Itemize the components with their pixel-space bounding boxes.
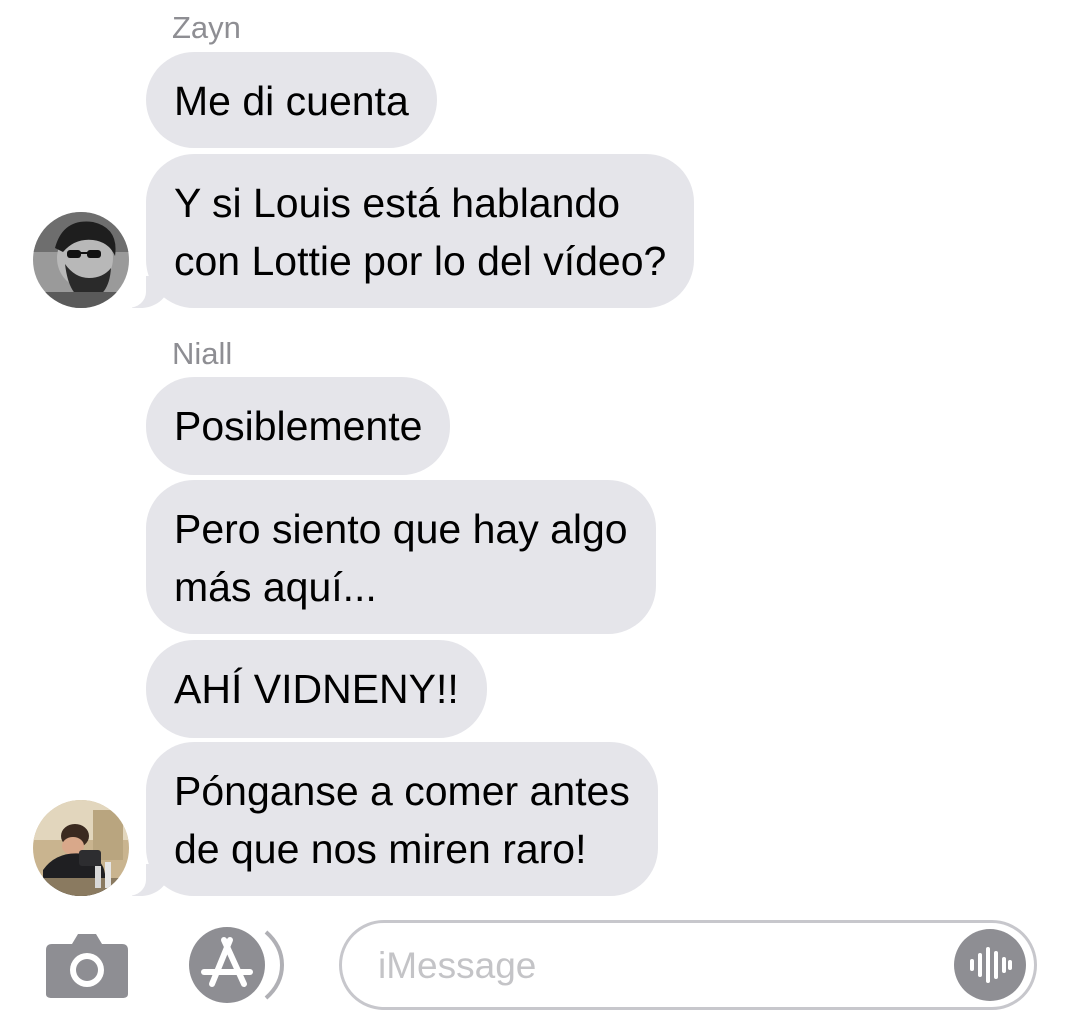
message-bubble[interactable]: AHÍ VIDNENY!! bbox=[146, 640, 487, 738]
message-bubble[interactable]: Me di cuenta bbox=[146, 52, 437, 148]
sender-name-niall: Niall bbox=[172, 336, 233, 371]
messages-screen: Zayn Me di cuenta Y si Louis está hablan… bbox=[0, 0, 1080, 1026]
message-bubble[interactable]: Posiblemente bbox=[146, 377, 451, 475]
avatar-zayn[interactable] bbox=[33, 212, 129, 308]
message-input[interactable]: iMessage bbox=[339, 920, 1037, 1010]
app-store-icon bbox=[189, 927, 285, 1003]
message-text-line: más aquí... bbox=[174, 564, 377, 610]
message-text-line: Y si Louis está hablando bbox=[174, 180, 621, 226]
audio-waveform-icon bbox=[970, 947, 1012, 983]
audio-message-button[interactable] bbox=[954, 929, 1026, 1001]
message-bubble[interactable]: Pónganse a comer antes de que nos miren … bbox=[118, 742, 658, 896]
camera-icon bbox=[46, 934, 128, 998]
message-bubble[interactable]: Pero siento que hay algo más aquí... bbox=[146, 480, 656, 634]
message-text-line: Pónganse a comer antes bbox=[174, 768, 630, 814]
message-text: AHÍ VIDNENY!! bbox=[174, 666, 459, 712]
message-text: Posiblemente bbox=[174, 403, 423, 449]
message-text-line: Pero siento que hay algo bbox=[174, 506, 628, 552]
avatar-niall[interactable] bbox=[33, 800, 129, 896]
camera-button[interactable] bbox=[44, 932, 130, 1000]
message-text-line: de que nos miren raro! bbox=[174, 826, 587, 872]
message-text: Me di cuenta bbox=[174, 78, 409, 124]
message-input-placeholder: iMessage bbox=[378, 945, 537, 986]
niall-photo bbox=[33, 800, 129, 896]
message-text-line: con Lottie por lo del vídeo? bbox=[174, 238, 667, 284]
sender-name-zayn: Zayn bbox=[172, 10, 241, 45]
message-bubble[interactable]: Y si Louis está hablando con Lottie por … bbox=[117, 154, 695, 308]
app-store-button[interactable] bbox=[186, 926, 286, 1004]
zayn-photo bbox=[33, 212, 129, 308]
